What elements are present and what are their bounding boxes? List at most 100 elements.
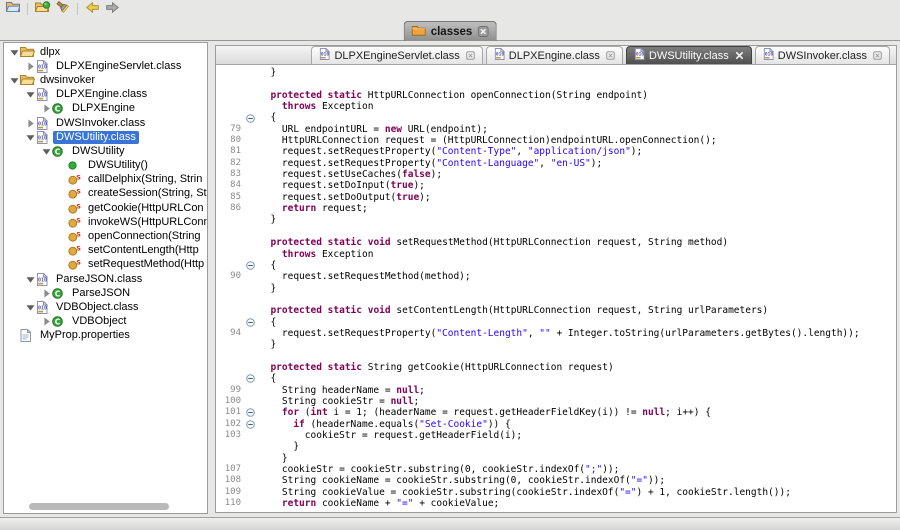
code-text: if (headerName.equals("Set-Cookie")) { xyxy=(259,419,511,430)
code-text: { xyxy=(259,260,276,271)
code-line: 83 request.setUseCaches(false); xyxy=(216,169,896,180)
editor-tab-dwsinvoker-class[interactable]: 010DWSInvoker.class xyxy=(755,46,890,64)
tree-hscrollbar-thumb[interactable] xyxy=(29,503,169,510)
tree-item-createsession-string-st[interactable]: ScreateSession(String, St xyxy=(4,187,207,201)
code-editor[interactable]: } protected static HttpURLConnection ope… xyxy=(216,65,896,512)
code-line: 108 String cookieName = cookieStr.substr… xyxy=(216,475,896,486)
collapse-icon[interactable] xyxy=(24,90,36,99)
class-file-icon: 010 xyxy=(634,48,645,63)
fold-spacer xyxy=(241,203,259,214)
code-text: { xyxy=(259,112,276,123)
close-icon[interactable] xyxy=(735,51,744,60)
collapse-icon[interactable] xyxy=(40,147,52,156)
code-text: } xyxy=(259,214,276,225)
code-line: throws Exception xyxy=(216,101,896,112)
collapse-icon[interactable] xyxy=(24,133,36,142)
fold-marker[interactable] xyxy=(241,373,259,384)
close-icon[interactable] xyxy=(873,51,882,60)
main-toolbar xyxy=(0,0,900,17)
class-file-icon: 010 xyxy=(36,88,53,101)
svg-text:010: 010 xyxy=(765,52,774,58)
tree-item-getcookie-httpurlcon[interactable]: SgetCookie(HttpURLCon xyxy=(4,201,207,215)
back-button[interactable] xyxy=(84,2,101,16)
search-button[interactable] xyxy=(54,2,71,16)
tree-item-setcontentlength-http[interactable]: SsetContentLength(Http xyxy=(4,244,207,258)
expand-icon[interactable] xyxy=(40,317,52,326)
tree-item-dlpxengine[interactable]: C DLPXEngine xyxy=(4,102,207,116)
class-file-icon: 010 xyxy=(763,48,774,63)
fold-marker[interactable] xyxy=(241,112,259,123)
expand-icon[interactable] xyxy=(24,119,36,128)
close-icon[interactable] xyxy=(606,51,615,60)
code-line: 100 String cookieStr = null; xyxy=(216,396,896,407)
svg-text:010: 010 xyxy=(38,64,47,70)
line-number: 85 xyxy=(216,192,241,203)
tree-item-label: getCookie(HttpURLCon xyxy=(85,202,207,215)
fold-marker[interactable] xyxy=(241,317,259,328)
tree-item-dlpx[interactable]: dlpx xyxy=(4,45,207,59)
tree-item-vdbobject-class[interactable]: 010VDBObject.class xyxy=(4,300,207,314)
class-file-icon: 010 xyxy=(36,273,53,286)
tree-item-label: setRequestMethod(Http xyxy=(85,258,207,271)
code-text: { xyxy=(259,317,276,328)
close-icon[interactable] xyxy=(466,51,475,60)
tree-item-myprop-properties[interactable]: MyProp.properties xyxy=(4,329,207,343)
folder-open-icon xyxy=(20,74,37,86)
tree-item-label: setContentLength(Http xyxy=(85,244,202,257)
editor-tab-dwsutility-class[interactable]: 010DWSUtility.class xyxy=(626,46,752,64)
code-text: request.setRequestProperty("Content-Lang… xyxy=(259,158,602,169)
code-text: request.setRequestProperty("Content-Leng… xyxy=(259,328,860,339)
tree-item-vdbobject[interactable]: CVDBObject xyxy=(4,315,207,329)
tree-item-dwsutility-class[interactable]: 010DWSUtility.class xyxy=(4,130,207,144)
tree-item-invokews-httpurlconn[interactable]: SinvokeWS(HttpURLConn xyxy=(4,215,207,229)
svg-text:C: C xyxy=(55,105,61,114)
tree-item-dwsinvoker-class[interactable]: 010DWSInvoker.class xyxy=(4,116,207,130)
code-text: request.setDoInput(true); xyxy=(259,180,425,191)
tree-item-setrequestmethod-http[interactable]: SsetRequestMethod(Http xyxy=(4,258,207,272)
expand-icon[interactable] xyxy=(24,62,36,71)
tree-item-dwsutility[interactable]: DWSUtility() xyxy=(4,159,207,173)
code-line: { xyxy=(216,260,896,271)
close-icon[interactable] xyxy=(477,26,488,37)
code-line: 102 if (headerName.equals("Set-Cookie"))… xyxy=(216,419,896,430)
code-line: 82 request.setRequestProperty("Content-L… xyxy=(216,158,896,169)
line-number xyxy=(216,362,241,373)
tree-item-dwsutility[interactable]: CDWSUtility xyxy=(4,144,207,158)
code-text: { xyxy=(259,373,276,384)
tree-item-dlpxengine-class[interactable]: 010DLPXEngine.class xyxy=(4,88,207,102)
tree-item-label: dwsinvoker xyxy=(37,74,98,87)
workspace-tab-classes[interactable]: classes xyxy=(404,21,497,41)
tree-item-label: DLPXEngine xyxy=(69,102,138,115)
expand-icon[interactable] xyxy=(40,289,52,298)
code-text: String cookieValue = cookieStr.substring… xyxy=(259,487,791,498)
fold-marker[interactable] xyxy=(241,260,259,271)
code-text: protected static void setContentLength(H… xyxy=(259,305,768,316)
code-line: 90 request.setRequestMethod(method); xyxy=(216,271,896,282)
tree-item-dlpxengineservlet-class[interactable]: 010 DLPXEngineServlet.class xyxy=(4,59,207,73)
collapse-icon[interactable] xyxy=(24,275,36,284)
tree-item-parsejson[interactable]: CParseJSON xyxy=(4,286,207,300)
fold-spacer xyxy=(241,90,259,101)
tree-item-dwsinvoker[interactable]: dwsinvoker xyxy=(4,73,207,87)
tree-item-openconnection-string[interactable]: SopenConnection(String xyxy=(4,229,207,243)
open-type-button[interactable] xyxy=(34,2,51,16)
fold-marker[interactable] xyxy=(241,419,259,430)
editor-tab-dlpxengineservlet-class[interactable]: 010DLPXEngineServlet.class xyxy=(311,46,482,64)
editor-tab-strip: 010DLPXEngineServlet.class010DLPXEngine.… xyxy=(216,46,896,65)
expand-icon[interactable] xyxy=(40,104,52,113)
collapse-icon[interactable] xyxy=(8,76,20,85)
fold-marker[interactable] xyxy=(241,407,259,418)
open-file-button[interactable] xyxy=(4,2,21,16)
svg-text:010: 010 xyxy=(38,121,47,127)
forward-button[interactable] xyxy=(104,2,121,16)
collapse-icon[interactable] xyxy=(24,303,36,312)
editor-tab-label: DLPXEngineServlet.class xyxy=(334,50,459,62)
collapse-icon[interactable] xyxy=(8,48,20,57)
editor-tab-dlpxengine-class[interactable]: 010DLPXEngine.class xyxy=(486,46,623,64)
line-number xyxy=(216,214,241,225)
tree-item-parsejson-class[interactable]: 010ParseJSON.class xyxy=(4,272,207,286)
tree-item-calldelphix-string-strin[interactable]: ScallDelphix(String, Strin xyxy=(4,173,207,187)
line-number xyxy=(216,373,241,384)
tree-item-label: DLPXEngineServlet.class xyxy=(53,60,184,73)
code-line: { xyxy=(216,112,896,123)
